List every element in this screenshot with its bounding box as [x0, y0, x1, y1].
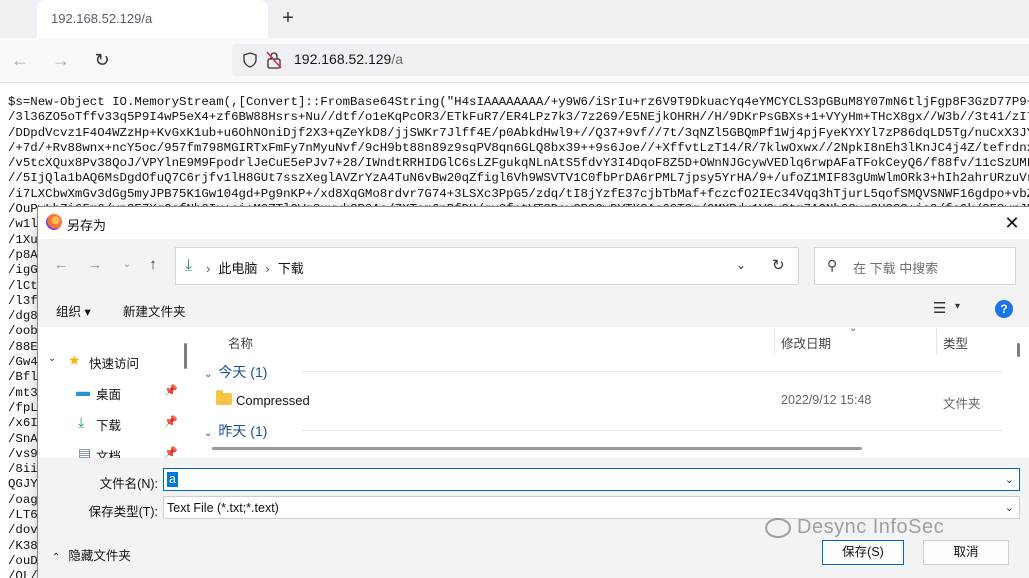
group-header-yesterday[interactable]: ⌄ 昨天 (1) [204, 421, 267, 441]
file-name: Compressed [236, 393, 310, 408]
column-header-name[interactable]: 名称 [228, 333, 253, 363]
breadcrumb-downloads[interactable]: 下载 [278, 261, 304, 276]
new-folder-button[interactable]: 新建文件夹 [123, 301, 186, 320]
breadcrumb-this-pc[interactable]: 此电脑 [218, 261, 257, 276]
watermark: Desync InfoSec [765, 516, 944, 539]
watermark-text: Desync InfoSec [797, 516, 945, 538]
back-icon[interactable]: ← [9, 49, 31, 71]
chevron-down-icon[interactable]: ▾ [955, 301, 960, 312]
shield-icon[interactable] [242, 52, 258, 68]
collapse-chevron-icon: ⌄ [204, 369, 213, 380]
download-icon: ⤓ [78, 414, 85, 430]
horizontal-scrollbar[interactable] [212, 447, 862, 450]
new-tab-button[interactable]: + [276, 6, 300, 30]
page-text-line: $s=New-Object IO.MemoryStream(,[Convert]… [8, 95, 1029, 109]
tab-title: 192.168.52.129/a [51, 11, 153, 26]
address-row: ← → ⌄ ↑ ⤓ › 此电脑 › 下载 ⌄ ↻ ⚲ 在 下载 中搜索 [38, 239, 1029, 291]
nav-label: 快速访问 [89, 357, 140, 371]
save-button[interactable]: 保存(S) [822, 540, 904, 565]
file-list-scrollbar[interactable] [1017, 343, 1020, 357]
nav-quick-access[interactable]: ⌄ ★ 快速访问 [38, 345, 190, 375]
chevron-down-icon[interactable]: ⌄ [736, 258, 746, 272]
nav-toolbar: ← → ↻ 192.168.52.129/a [0, 38, 1029, 83]
sort-chevron-icon: ⌄ [849, 323, 858, 334]
column-header-type[interactable]: 类型 [943, 333, 968, 363]
filename-label: 文件名(N): [99, 477, 158, 491]
search-placeholder: 在 下载 中搜索 [853, 261, 939, 276]
dialog-title: 另存为 [67, 218, 107, 233]
view-options-icon[interactable]: ☰ [933, 299, 946, 317]
nav-label: 下载 [96, 419, 122, 433]
group-divider [302, 371, 1002, 372]
pin-icon[interactable]: 📌 [164, 384, 178, 397]
nav-label: 桌面 [96, 388, 122, 402]
url-text[interactable]: 192.168.52.129/a [294, 51, 403, 67]
filename-value[interactable]: a [167, 472, 178, 487]
expand-chevron-icon[interactable]: ⌄ [48, 353, 56, 364]
forward-icon[interactable]: → [50, 49, 72, 71]
group-label: 今天 (1) [218, 364, 268, 380]
chevron-down-icon[interactable]: ⌄ [1005, 501, 1014, 514]
collapse-chevron-icon: ⌄ [204, 428, 213, 439]
column-header-date[interactable]: 修改日期 [781, 333, 831, 363]
url-path: /a [391, 51, 404, 67]
column-divider[interactable] [936, 329, 937, 355]
organize-label: 组织 [56, 305, 82, 319]
help-icon[interactable]: ? [995, 300, 1013, 318]
page-text-line: //5IjQla1bAQ6MsDgdOfuQ7C6rjfv1lH8GUt7ssz… [8, 171, 1029, 186]
close-icon[interactable]: ✕ [1002, 213, 1022, 233]
chevron-up-icon: ⌃ [52, 552, 61, 563]
firefox-icon [46, 214, 62, 230]
command-bar: 组织 ▾ 新建文件夹 ☰ ▾ ? [38, 291, 1029, 327]
file-type: 文件夹 [943, 397, 981, 411]
page-text-line: /v5tcXQux8Pv38QoJ/VPYlnE9M9FpodrlJeCuE5e… [8, 156, 1029, 171]
browser-tab[interactable]: 192.168.52.129/a [37, 0, 268, 38]
dialog-titlebar[interactable]: 另存为 ✕ [38, 207, 1029, 239]
page-text-line: /i7LXCbwXmGv3dGg5myJPB75K1Gw104gd+Pg9nKP… [8, 186, 1029, 201]
page-text-line: /+7d/+Rv88wnx+ncY5oc/957fm798MGIRTxFmFy7… [8, 140, 1029, 155]
pin-icon[interactable]: 📌 [164, 415, 178, 428]
group-header-today[interactable]: ⌄ 今天 (1) [204, 362, 267, 382]
folder-icon [216, 390, 232, 405]
url-bar[interactable]: 192.168.52.129/a [232, 44, 1029, 76]
file-date: 2022/9/12 15:48 [781, 393, 872, 407]
hide-folders-button[interactable]: ⌃ 隐藏文件夹 [52, 545, 131, 564]
cancel-button[interactable]: 取消 [923, 540, 1009, 565]
up-icon[interactable]: ↑ [144, 256, 162, 274]
nav-item-desktop[interactable]: ▬ 桌面 📌 [38, 376, 190, 406]
reload-icon[interactable]: ↻ [91, 49, 113, 71]
filename-input[interactable]: a ⌄ [163, 468, 1020, 491]
breadcrumb: › 此电脑 › 下载 [206, 261, 304, 276]
chevron-down-icon[interactable]: ⌄ [1005, 473, 1014, 486]
organize-button[interactable]: 组织 ▾ [56, 301, 91, 320]
filetype-value: Text File (*.txt;*.text) [167, 501, 279, 515]
file-list: 名称 修改日期 ⌄ 类型 ⌄ 今天 (1) Compressed 2022/9/1… [192, 323, 1029, 458]
desktop-icon: ▬ [76, 383, 90, 399]
search-box[interactable]: ⚲ 在 下载 中搜索 [814, 247, 1016, 285]
page-text-line: /DDpdVcvz1F4O4WZzHp+KvGxK1ub+u6OhNOniDjf… [8, 125, 1029, 140]
nav-scrollbar[interactable] [184, 343, 187, 369]
search-icon: ⚲ [827, 257, 838, 273]
forward-icon[interactable]: → [86, 256, 104, 274]
navigation-pane: ⌄ ★ 快速访问 ▬ 桌面 📌 ⤓ 下载 📌 ▤ 文档 📌 [38, 327, 190, 464]
refresh-icon[interactable]: ↻ [772, 256, 785, 274]
column-divider[interactable] [774, 329, 775, 355]
recent-locations-chevron-icon[interactable]: ⌄ [118, 256, 136, 274]
address-bar[interactable]: ⤓ › 此电脑 › 下载 ⌄ ↻ [175, 247, 799, 285]
tab-bar: 192.168.52.129/a + [0, 0, 1029, 38]
file-row[interactable]: Compressed 2022/9/12 15:48 文件夹 [192, 387, 1029, 414]
page-text-line: /3l36ZO5oTffv33q5P9I4wP5eX4+zf6BW88Hsrs+… [8, 110, 1029, 125]
group-label: 昨天 (1) [218, 423, 268, 439]
insecure-lock-icon[interactable] [266, 51, 282, 69]
download-icon: ⤓ [185, 257, 193, 274]
back-icon[interactable]: ← [52, 256, 70, 274]
filetype-label: 保存类型(T): [88, 505, 158, 519]
hide-folders-label: 隐藏文件夹 [68, 549, 131, 563]
group-divider [302, 430, 1002, 431]
url-host: 192.168.52.129 [294, 51, 392, 67]
star-icon: ★ [68, 352, 81, 368]
wechat-icon [765, 517, 791, 538]
nav-item-downloads[interactable]: ⤓ 下载 📌 [38, 407, 190, 437]
